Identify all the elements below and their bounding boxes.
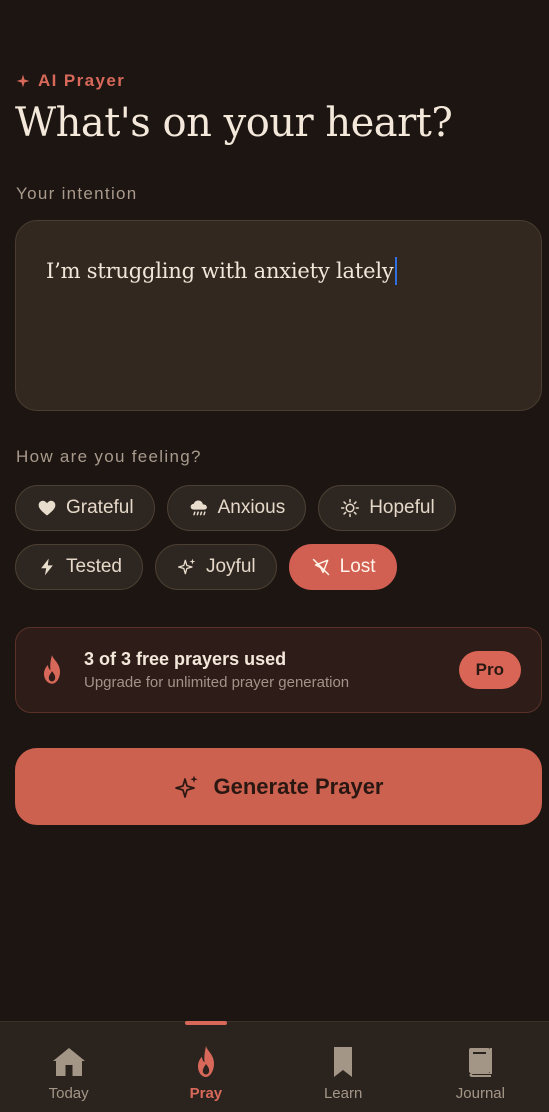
tab-label: Pray	[189, 1085, 223, 1102]
sun-icon	[341, 498, 360, 518]
feelings-row-2: Tested Joyful Lost	[15, 544, 397, 590]
tab-learn[interactable]: Learn	[275, 1022, 412, 1112]
lightning-icon	[41, 558, 53, 576]
limit-text: 3 of 3 free prayers used Upgrade for unl…	[84, 649, 459, 691]
flame-icon	[197, 1046, 214, 1077]
eyebrow-label: AI Prayer	[38, 71, 126, 90]
text-caret	[394, 257, 397, 285]
flame-icon	[44, 655, 60, 684]
heart-icon	[38, 500, 56, 516]
chip-label: Tested	[66, 556, 122, 577]
sparkle-icon	[16, 74, 30, 88]
intention-label: Your intention	[16, 184, 138, 203]
sparkle-icon	[177, 558, 196, 575]
tab-pray[interactable]: Pray	[137, 1021, 274, 1112]
chip-label: Joyful	[205, 556, 256, 577]
tab-label: Journal	[455, 1085, 505, 1102]
rain-cloud-icon	[190, 500, 207, 516]
sparkles-icon	[174, 775, 198, 798]
bottom-tab-bar: Today Pray Learn Journal	[0, 1021, 549, 1112]
active-tab-indicator	[184, 1021, 227, 1025]
chip-label: Grateful	[66, 497, 134, 518]
chip-label: Hopeful	[369, 497, 435, 518]
feeling-chip-anxious[interactable]: Anxious	[166, 485, 307, 531]
compass-off-icon	[312, 558, 329, 576]
tab-today[interactable]: Today	[0, 1022, 137, 1112]
intention-value: I’m struggling with anxiety lately	[46, 259, 394, 283]
feeling-chip-joyful[interactable]: Joyful	[154, 544, 277, 590]
generate-prayer-button[interactable]: Generate Prayer	[15, 748, 542, 825]
feeling-chip-tested[interactable]: Tested	[15, 544, 143, 590]
intention-input[interactable]: I’m struggling with anxiety lately	[15, 220, 542, 411]
section-eyebrow: AI Prayer	[16, 71, 125, 91]
feelings-row-1: Grateful Anxious Hopeful	[15, 485, 456, 531]
pro-upgrade-button[interactable]: Pro	[458, 651, 521, 689]
feelings-label: How are you feeling?	[16, 447, 202, 466]
chip-label: Anxious	[217, 497, 286, 518]
feeling-chip-grateful[interactable]: Grateful	[15, 485, 155, 531]
tab-label: Learn	[323, 1085, 363, 1102]
chip-label: Lost	[339, 556, 376, 577]
intention-text[interactable]: I’m struggling with anxiety lately	[46, 257, 397, 285]
tab-journal[interactable]: Journal	[412, 1022, 549, 1112]
usage-limit-card: 3 of 3 free prayers used Upgrade for unl…	[15, 627, 542, 713]
feeling-chip-lost[interactable]: Lost	[288, 544, 397, 590]
feeling-chip-hopeful[interactable]: Hopeful	[318, 485, 456, 531]
home-icon	[52, 1048, 85, 1076]
book-icon	[469, 1048, 493, 1077]
page-title: What's on your heart?	[15, 100, 453, 146]
generate-label: Generate Prayer	[213, 773, 384, 799]
tab-label: Today	[48, 1085, 89, 1102]
bookmark-icon	[334, 1047, 353, 1077]
limit-title: 3 of 3 free prayers used	[84, 649, 287, 669]
limit-subtitle: Upgrade for unlimited prayer generation	[84, 674, 350, 691]
ai-prayer-screen: AI Prayer What's on your heart? Your int…	[0, 0, 549, 1112]
